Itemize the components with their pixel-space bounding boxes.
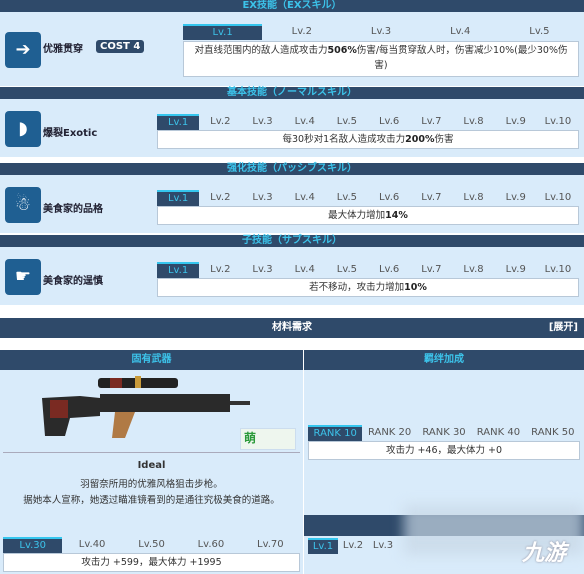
tab-lv70[interactable]: Lv.70 bbox=[241, 537, 300, 553]
tab-lv10[interactable]: Lv.10 bbox=[537, 262, 579, 278]
skill-description: 对直线范围内的敌人造成攻击力506%伤害/每当贯穿敌人时，伤害减少10%(最少3… bbox=[183, 41, 579, 77]
tab-lv1[interactable]: Lv.1 bbox=[157, 262, 200, 278]
expand-link[interactable]: [展开] bbox=[549, 318, 578, 338]
skill-panel: ☛ 美食家的逞慎 Lv.1 Lv.2 Lv.3 Lv.4 Lv.5 Lv.6 Lv.7 Lv.… bbox=[0, 247, 584, 305]
tab-lv5[interactable]: Lv.5 bbox=[326, 262, 368, 278]
skill-name: 美食家的逞慎 bbox=[43, 276, 103, 287]
tab-lv2[interactable]: Lv.2 bbox=[262, 24, 341, 40]
tab-lv9[interactable]: Lv.9 bbox=[495, 114, 537, 130]
skill-description: 若不移动，攻击力增加10% bbox=[157, 278, 579, 297]
tab-lv1[interactable]: Lv.1 bbox=[157, 190, 200, 206]
tab-rank30[interactable]: RANK 30 bbox=[417, 425, 471, 441]
materials-header: 材料需求 [展开] bbox=[0, 318, 584, 338]
weapon-image bbox=[42, 376, 250, 438]
weapon-panel: 萌 Ideal 羽留奈所用的优雅风格狙击步枪。 据她本人宣称，她透过瞄准镜看到的… bbox=[0, 370, 303, 574]
jiuyou-watermark: 九游 bbox=[522, 541, 567, 566]
tab-lv7[interactable]: Lv.7 bbox=[410, 114, 452, 130]
weapon-stat: 攻击力 +599，最大体力 +1995 bbox=[3, 553, 300, 572]
tab-lv9[interactable]: Lv.9 bbox=[495, 190, 537, 206]
tab-lv3[interactable]: Lv.3 bbox=[368, 538, 398, 554]
tab-lv5[interactable]: Lv.5 bbox=[326, 114, 368, 130]
tab-lv1[interactable]: Lv.1 bbox=[183, 24, 263, 40]
tab-lv60[interactable]: Lv.60 bbox=[181, 537, 240, 553]
tab-lv8[interactable]: Lv.8 bbox=[452, 262, 494, 278]
level-tabs: Lv.1 Lv.2 Lv.3 Lv.4 Lv.5 Lv.6 Lv.7 Lv.8 Lv.9 Lv.1… bbox=[157, 190, 579, 206]
ex-skill-header: EX技能（EXスキル） bbox=[0, 0, 584, 12]
tab-lv5[interactable]: Lv.5 bbox=[326, 190, 368, 206]
weapon-name: Ideal bbox=[137, 460, 166, 471]
weapon-level-tabs: Lv.30 Lv.40 Lv.50 Lv.60 Lv.70 bbox=[3, 537, 300, 553]
pistol-icon: ☛ bbox=[5, 259, 41, 295]
tab-lv4[interactable]: Lv.4 bbox=[284, 190, 326, 206]
weapon-header: 固有武器 bbox=[0, 350, 303, 370]
tab-lv40[interactable]: Lv.40 bbox=[62, 537, 121, 553]
divider bbox=[3, 452, 300, 453]
tab-lv3[interactable]: Lv.3 bbox=[341, 24, 420, 40]
skill-description: 最大体力增加14% bbox=[157, 206, 579, 225]
tab-lv6[interactable]: Lv.6 bbox=[368, 190, 410, 206]
tab-lv7[interactable]: Lv.7 bbox=[410, 190, 452, 206]
cost-badge: COST 4 bbox=[96, 40, 145, 53]
bullet-burst-icon: ◗ bbox=[5, 111, 41, 147]
tab-lv4[interactable]: Lv.4 bbox=[421, 24, 500, 40]
tab-lv3[interactable]: Lv.3 bbox=[241, 114, 283, 130]
site-watermark-logo: 萌 bbox=[240, 428, 296, 450]
tab-lv10[interactable]: Lv.10 bbox=[537, 114, 579, 130]
tab-lv1[interactable]: Lv.1 bbox=[308, 538, 338, 554]
tab-lv4[interactable]: Lv.4 bbox=[284, 114, 326, 130]
tab-rank50[interactable]: RANK 50 bbox=[526, 425, 580, 441]
level-tabs: Lv.1 Lv.2 Lv.3 Lv.4 Lv.5 bbox=[183, 24, 579, 40]
skill-description: 每30秒对1名敌人造成攻击力200%伤害 bbox=[157, 130, 579, 149]
bond-level-tabs: Lv.1 Lv.2 Lv.3 bbox=[308, 538, 398, 554]
bond-panel: RANK 10 RANK 20 RANK 30 RANK 40 RANK 50 … bbox=[304, 370, 584, 574]
tab-lv9[interactable]: Lv.9 bbox=[495, 262, 537, 278]
level-tabs: Lv.1 Lv.2 Lv.3 Lv.4 Lv.5 Lv.6 Lv.7 Lv.8 Lv.9 Lv.1… bbox=[157, 262, 579, 278]
tab-lv50[interactable]: Lv.50 bbox=[122, 537, 181, 553]
skill-panel: ☃ 美食家的品格 Lv.1 Lv.2 Lv.3 Lv.4 Lv.5 Lv.6 Lv.7 Lv.… bbox=[0, 175, 584, 233]
bond-stat: 攻击力 +46，最大体力 +0 bbox=[308, 441, 580, 460]
weapon-desc-2: 据她本人宣称，她透过瞄准镜看到的是通往究极美食的道路。 bbox=[23, 495, 280, 506]
skill-header: 基本技能（ノーマルスキル） bbox=[0, 87, 584, 99]
skill-name: 爆裂Exotic bbox=[43, 128, 98, 139]
tab-lv6[interactable]: Lv.6 bbox=[368, 114, 410, 130]
ex-skill-panel: ➔ 优雅贯穿 COST 4 Lv.1 Lv.2 Lv.3 Lv.4 Lv.5 对… bbox=[0, 12, 584, 86]
rank-tabs: RANK 10 RANK 20 RANK 30 RANK 40 RANK 50 bbox=[308, 425, 580, 441]
skill-header: 强化技能（パッシブスキル） bbox=[0, 163, 584, 175]
tab-lv5[interactable]: Lv.5 bbox=[500, 24, 579, 40]
tab-lv2[interactable]: Lv.2 bbox=[338, 538, 368, 554]
tab-lv6[interactable]: Lv.6 bbox=[368, 262, 410, 278]
tab-rank20[interactable]: RANK 20 bbox=[362, 425, 416, 441]
tab-lv8[interactable]: Lv.8 bbox=[452, 114, 494, 130]
tab-lv30[interactable]: Lv.30 bbox=[3, 537, 63, 553]
weapon-desc-1: 羽留奈所用的优雅风格狙击步枪。 bbox=[80, 479, 223, 490]
tab-lv2[interactable]: Lv.2 bbox=[199, 262, 241, 278]
skill-header: 子技能（サブスキル） bbox=[0, 235, 584, 247]
tab-lv1[interactable]: Lv.1 bbox=[157, 114, 200, 130]
tab-lv3[interactable]: Lv.3 bbox=[241, 190, 283, 206]
skill-name: 优雅贯穿 bbox=[43, 44, 83, 55]
tab-lv2[interactable]: Lv.2 bbox=[199, 114, 241, 130]
tab-rank40[interactable]: RANK 40 bbox=[471, 425, 525, 441]
tab-lv4[interactable]: Lv.4 bbox=[284, 262, 326, 278]
level-tabs: Lv.1 Lv.2 Lv.3 Lv.4 Lv.5 Lv.6 Lv.7 Lv.8 Lv.9 Lv.1… bbox=[157, 114, 579, 130]
bond-header: 羁绊加成 bbox=[304, 350, 584, 370]
tab-lv7[interactable]: Lv.7 bbox=[410, 262, 452, 278]
tab-lv2[interactable]: Lv.2 bbox=[199, 190, 241, 206]
tab-rank10[interactable]: RANK 10 bbox=[308, 425, 363, 441]
tab-lv8[interactable]: Lv.8 bbox=[452, 190, 494, 206]
skill-panel: ◗ 爆裂Exotic Lv.1 Lv.2 Lv.3 Lv.4 Lv.5 Lv.6 Lv.7 L… bbox=[0, 99, 584, 157]
skill-name: 美食家的品格 bbox=[43, 204, 103, 215]
gourmet-icon: ☃ bbox=[5, 187, 41, 223]
arrow-pierce-icon: ➔ bbox=[5, 32, 41, 68]
tab-lv10[interactable]: Lv.10 bbox=[537, 190, 579, 206]
tab-lv3[interactable]: Lv.3 bbox=[241, 262, 283, 278]
